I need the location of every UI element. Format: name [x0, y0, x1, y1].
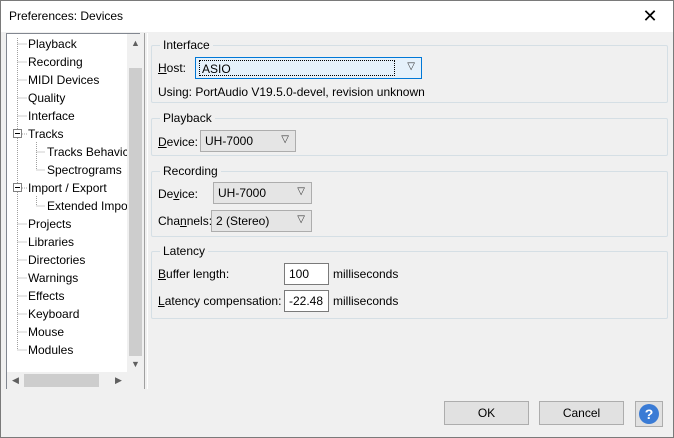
- host-dropdown[interactable]: ASIO ▽: [195, 57, 422, 79]
- scroll-corner: [127, 372, 144, 389]
- tree-item-projects[interactable]: Projects: [28, 215, 71, 233]
- tree-item-interface[interactable]: Interface: [28, 107, 75, 125]
- scroll-left-icon[interactable]: ◀: [7, 372, 24, 389]
- recording-device-value: UH-7000: [218, 186, 267, 200]
- chevron-down-icon: ▽: [407, 61, 415, 72]
- tree-vertical-scrollbar[interactable]: ▲ ▼: [127, 34, 144, 372]
- playback-device-value: UH-7000: [205, 134, 254, 148]
- preferences-tree: Playback Recording MIDI Devices Quality …: [6, 33, 144, 389]
- preferences-window: Preferences: Devices ✕ Playback Recordin…: [0, 0, 674, 438]
- ok-button[interactable]: OK: [444, 401, 529, 425]
- tree-item-keyboard[interactable]: Keyboard: [28, 305, 79, 323]
- cancel-button[interactable]: Cancel: [539, 401, 624, 425]
- tree-item-warnings[interactable]: Warnings: [28, 269, 78, 287]
- latency-compensation-label: Latency compensation:: [158, 294, 282, 308]
- chevron-down-icon: ▽: [297, 214, 305, 225]
- host-label: Host:: [158, 61, 187, 75]
- tree-item-quality[interactable]: Quality: [28, 89, 65, 107]
- playback-group-label: Playback: [160, 111, 215, 125]
- playback-device-dropdown[interactable]: UH-7000 ▽: [200, 130, 296, 152]
- horizontal-scroll-thumb[interactable]: [24, 374, 99, 387]
- tree-item-midi-devices[interactable]: MIDI Devices: [28, 71, 99, 89]
- tree-item-modules[interactable]: Modules: [28, 341, 73, 359]
- buffer-length-unit: milliseconds: [333, 267, 399, 281]
- using-portaudio-text: Using: PortAudio V19.5.0-devel, revision…: [158, 85, 425, 99]
- vertical-scroll-thumb[interactable]: [129, 68, 142, 356]
- tree-horizontal-scrollbar[interactable]: ◀ ▶: [7, 372, 127, 389]
- latency-compensation-input[interactable]: -22.48: [284, 290, 329, 312]
- host-value: ASIO: [199, 60, 395, 76]
- recording-device-label: Device:: [158, 187, 199, 201]
- chevron-down-icon: ▽: [297, 186, 305, 197]
- tree-item-directories[interactable]: Directories: [28, 251, 85, 269]
- tree-item-recording[interactable]: Recording: [28, 53, 83, 71]
- playback-device-label: Device:: [158, 135, 199, 149]
- devices-panel: Interface Host: ASIO ▽ Using: PortAudio …: [148, 33, 673, 389]
- tree-item-libraries[interactable]: Libraries: [28, 233, 74, 251]
- buffer-length-input[interactable]: 100: [284, 263, 329, 285]
- scroll-right-icon[interactable]: ▶: [110, 372, 127, 389]
- tree-item-tracks[interactable]: Tracks: [28, 125, 64, 143]
- tree-item-mouse[interactable]: Mouse: [28, 323, 64, 341]
- channels-dropdown[interactable]: 2 (Stereo) ▽: [211, 210, 312, 232]
- help-button[interactable]: ?: [635, 401, 663, 427]
- window-title: Preferences: Devices: [9, 9, 124, 23]
- latency-group-label: Latency: [160, 244, 209, 258]
- tree-item-import-export[interactable]: Import / Export: [28, 179, 107, 197]
- scroll-up-icon[interactable]: ▲: [127, 34, 144, 51]
- recording-group-label: Recording: [160, 164, 221, 178]
- tree-item-extended-import[interactable]: Extended Impo: [47, 197, 127, 215]
- channels-value: 2 (Stereo): [216, 214, 270, 228]
- recording-device-dropdown[interactable]: UH-7000 ▽: [213, 182, 312, 204]
- tree-item-effects[interactable]: Effects: [28, 287, 64, 305]
- help-icon: ?: [639, 404, 659, 424]
- buffer-length-label: Buffer length:: [158, 267, 230, 281]
- channels-label: Channels:: [158, 214, 213, 228]
- title-bar: Preferences: Devices ✕: [1, 1, 673, 32]
- latency-compensation-unit: milliseconds: [333, 294, 399, 308]
- tree-item-spectrograms[interactable]: Spectrograms: [47, 161, 122, 179]
- chevron-down-icon: ▽: [281, 134, 289, 145]
- tree-item-playback[interactable]: Playback: [28, 35, 77, 53]
- interface-group-label: Interface: [160, 38, 213, 52]
- latency-group: Latency: [151, 244, 668, 319]
- tree-item-tracks-behaviors[interactable]: Tracks Behavic: [47, 143, 127, 161]
- scroll-down-icon[interactable]: ▼: [127, 355, 144, 372]
- close-icon[interactable]: ✕: [627, 1, 673, 32]
